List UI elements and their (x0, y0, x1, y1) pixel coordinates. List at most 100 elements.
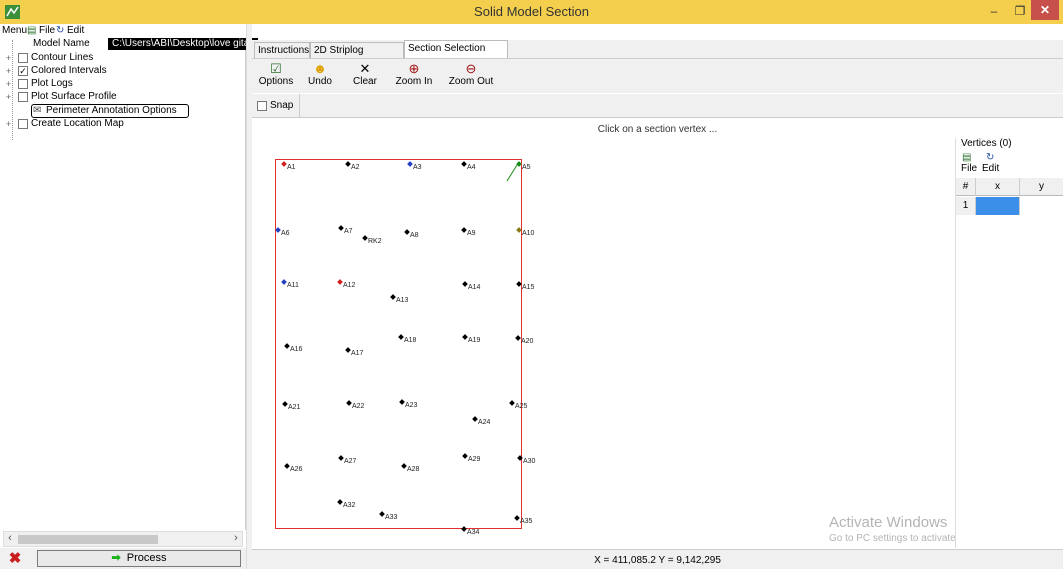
expand-icon[interactable]: + (4, 93, 13, 102)
tree-item-colored-intervals[interactable]: + ✓ Colored Intervals (4, 65, 204, 78)
tree-item-label: Contour Lines (31, 52, 94, 63)
create-location-map-checkbox[interactable] (18, 119, 28, 129)
title-bar: Solid Model Section – ❐ ✕ (0, 0, 1063, 24)
undo-button[interactable]: ☻ Undo (302, 61, 338, 88)
undo-label: Undo (308, 76, 332, 87)
column-header-y[interactable]: y (1020, 178, 1063, 196)
well-label: A34 (467, 529, 480, 536)
tree-item-label: Perimeter Annotation Options (46, 105, 177, 116)
vertices-file-icon[interactable]: ▤ (962, 152, 971, 163)
well-label: A17 (351, 350, 364, 357)
vertices-edit-label[interactable]: Edit (982, 163, 999, 174)
well-label: A5 (522, 164, 531, 171)
tree-item-plot-logs[interactable]: + Plot Logs (4, 78, 204, 91)
column-header-x[interactable]: x (976, 178, 1020, 196)
contour-lines-checkbox[interactable] (18, 53, 28, 63)
scroll-left-arrow-icon[interactable]: ‹ (4, 532, 16, 544)
arrow-right-icon: ➡ (111, 552, 121, 564)
well-label: A23 (405, 402, 418, 409)
vertex-x-cell[interactable] (976, 197, 1020, 215)
well-label: A2 (351, 164, 360, 171)
colored-intervals-checkbox[interactable]: ✓ (18, 66, 28, 76)
tree-horizontal-scrollbar[interactable]: ‹ › (3, 531, 243, 547)
well-label: A30 (523, 458, 536, 465)
tree-item-label: Plot Surface Profile (31, 91, 117, 102)
options-label: Options (258, 76, 294, 87)
plot-surface-profile-checkbox[interactable] (18, 92, 28, 102)
well-label: A28 (407, 466, 420, 473)
well-label: A11 (287, 282, 299, 289)
tree-item-contour-lines[interactable]: + Contour Lines (4, 52, 204, 65)
tab-2d-striplog-designer[interactable]: 2D Striplog Designer (310, 42, 404, 71)
well-label: A32 (343, 502, 356, 509)
window-title: Solid Model Section (474, 4, 589, 19)
snap-label: Snap (270, 100, 294, 111)
envelope-icon: ✉ (33, 105, 42, 116)
well-label: A3 (413, 164, 422, 171)
scroll-thumb[interactable] (18, 535, 158, 544)
well-label: A26 (290, 466, 303, 473)
well-label: A9 (467, 230, 476, 237)
close-button[interactable]: ✕ (1031, 0, 1059, 20)
status-bar: X = 411,085.2 Y = 9,142,295 (252, 549, 1063, 569)
well-label: A4 (467, 164, 476, 171)
tree-item-label: Create Location Map (31, 118, 124, 129)
tab-strip: Instructions 2D Striplog Designer Sectio… (252, 40, 1063, 71)
vertices-file-label[interactable]: File (961, 163, 977, 174)
undo-icon: ☻ (313, 61, 327, 76)
vertices-panel: Vertices (0) ▤ ↻ File Edit # x y 1 (955, 138, 1063, 548)
expand-icon[interactable]: + (4, 80, 13, 89)
process-button[interactable]: ➡ Process (37, 550, 241, 567)
well-label: A10 (522, 230, 535, 237)
options-checkbox-icon: ☑ (270, 61, 282, 76)
menu-label[interactable]: Menu (2, 25, 27, 36)
options-tree: Model Name C:\Users\ABI\Desktop\love git… (0, 38, 258, 530)
well-label: A7 (344, 228, 353, 235)
tree-item-label: Colored Intervals (31, 65, 107, 76)
expand-icon[interactable]: + (4, 120, 13, 129)
vertex-y-cell[interactable] (1020, 197, 1063, 215)
column-header-num: # (956, 178, 976, 196)
zoom-out-label: Zoom Out (448, 76, 494, 87)
section-line-overlay (506, 164, 518, 182)
tab-instructions[interactable]: Instructions (254, 42, 310, 58)
cancel-icon[interactable]: ✖ (5, 551, 25, 566)
tree-item-model-name: Model Name C:\Users\ABI\Desktop\love git… (18, 38, 258, 51)
vertices-edit-icon[interactable]: ↻ (986, 152, 994, 163)
edit-refresh-icon: ↻ (56, 25, 65, 36)
clear-button[interactable]: ✕ Clear (347, 61, 383, 88)
tree-item-perimeter-annotation[interactable]: ✉ Perimeter Annotation Options (31, 104, 189, 118)
expand-icon[interactable]: + (4, 67, 13, 76)
clear-label: Clear (353, 76, 377, 87)
snap-bar: Snap (252, 94, 1063, 118)
well-label: A20 (521, 338, 534, 345)
snap-checkbox[interactable] (257, 101, 267, 111)
vertices-caption: Vertices (0) (961, 138, 1012, 149)
tab-section-selection-map[interactable]: Section Selection Map (404, 40, 508, 69)
clear-x-icon: ✕ (359, 61, 371, 76)
scroll-right-arrow-icon[interactable]: › (230, 532, 242, 544)
model-name-label: Model Name (33, 38, 90, 49)
well-label: A22 (352, 403, 365, 410)
snap-toggle[interactable]: Snap (257, 99, 301, 115)
menu-bar: Menu ▤ File ↻ Edit (0, 24, 246, 38)
tree-item-label: Plot Logs (31, 78, 73, 89)
zoom-in-button[interactable]: ⊕ Zoom In (392, 62, 436, 88)
edit-menu[interactable]: Edit (67, 25, 84, 36)
section-map-canvas[interactable]: Click on a section vertex ... A1 A2 A3 A4 A5… (252, 119, 954, 549)
plot-logs-checkbox[interactable] (18, 79, 28, 89)
zoom-out-button[interactable]: ⊖ Zoom Out (446, 62, 496, 88)
file-menu[interactable]: File (39, 25, 55, 36)
map-toolbar: ☑ Options ☻ Undo ✕ Clear ⊕ Zoom In ⊖ Zoo… (252, 58, 1063, 93)
well-label: A16 (290, 346, 303, 353)
options-button[interactable]: ☑ Options (256, 61, 296, 88)
model-path-field[interactable]: C:\Users\ABI\Desktop\love gita\ (108, 38, 258, 50)
well-label: A14 (468, 284, 481, 291)
tree-item-plot-surface-profile[interactable]: + Plot Surface Profile (4, 91, 204, 104)
well-label: A12 (343, 282, 356, 289)
well-label: A27 (344, 458, 357, 465)
file-icon: ▤ (27, 25, 37, 36)
well-label: A35 (520, 518, 533, 525)
expand-icon[interactable]: + (4, 54, 13, 63)
tree-item-create-location-map[interactable]: + Create Location Map (4, 118, 204, 131)
